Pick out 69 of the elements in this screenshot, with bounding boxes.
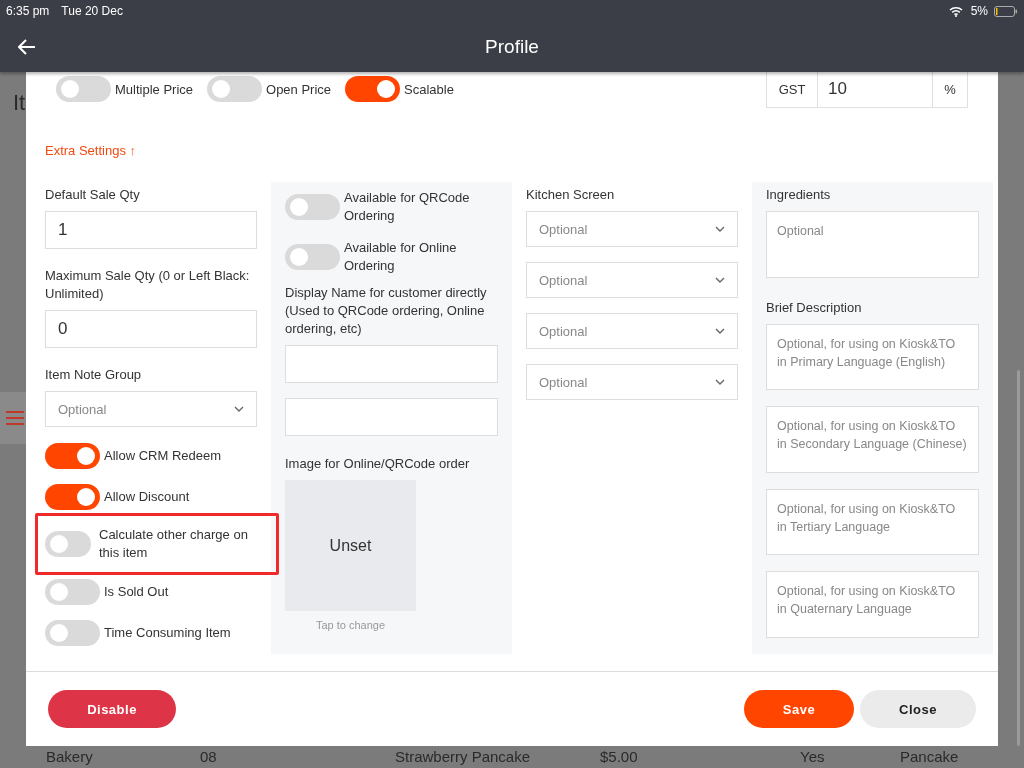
chevron-down-icon (234, 406, 244, 412)
field-label: Display Name for customer directly (Used to QRCode ordering, Online ordering, etc) (285, 284, 488, 338)
menu-icon[interactable] (6, 411, 24, 425)
text-area[interactable]: Optional, for using on Kiosk&TO in Tertiary Language (766, 488, 979, 556)
header-title: Profile (484, 36, 540, 58)
input-field[interactable]: 1 (45, 211, 257, 249)
toggle-label: Available for QRCode Ordering (344, 189, 471, 225)
gst-field[interactable]: GST 10 % (766, 70, 968, 108)
disable-button[interactable]: Disable (48, 690, 176, 728)
toggle-switch[interactable] (45, 442, 100, 469)
text-area[interactable]: Optional, for using on Kiosk&TO in Secondary Language (Chinese) (766, 406, 979, 473)
toggle-label: Available for Online Ordering (344, 239, 458, 275)
toggle-switch[interactable] (45, 619, 100, 646)
text-area[interactable]: Optional, for using on Kiosk&TO in Primary Language (English) (766, 323, 979, 391)
image-placeholder[interactable]: Unset (285, 480, 416, 611)
extra-settings-link[interactable]: Extra Settings ↑ (45, 143, 137, 158)
table-cell: Strawberry Pancake (395, 748, 531, 765)
toggle-label: Calculate other charge on this item (99, 526, 249, 562)
toggle-switch[interactable] (285, 194, 340, 220)
dropdown[interactable]: Optional (526, 211, 738, 247)
toggle-switch[interactable] (45, 578, 100, 605)
input-field[interactable] (285, 398, 498, 436)
field-label: Image for Online/QRCode order (285, 455, 471, 473)
toggle-label: Open Price (266, 81, 332, 97)
toggle-switch[interactable] (285, 244, 340, 270)
input-field[interactable] (285, 345, 498, 383)
field-label: Brief Description (766, 298, 863, 317)
status-time: 6:35 pm (6, 4, 50, 18)
toggle-switch[interactable] (45, 483, 100, 510)
dropdown[interactable]: Optional (45, 391, 257, 427)
chevron-down-icon (715, 277, 725, 283)
image-hint: Tap to change (314, 619, 387, 631)
dropdown[interactable]: Optional (526, 313, 738, 349)
table-cell: Bakery (46, 748, 93, 765)
field-label: Maximum Sale Qty (0 or Left Black: Unlimited) (45, 267, 251, 303)
status-date: Tue 20 Dec (61, 4, 123, 18)
back-arrow-icon[interactable] (18, 39, 36, 55)
chevron-down-icon (715, 328, 725, 334)
dropdown[interactable]: Optional (526, 364, 738, 400)
battery-icon (994, 5, 1018, 17)
field-label: Kitchen Screen (526, 186, 616, 204)
table-cell: Pancake (900, 748, 959, 765)
battery-percentage: 5% (970, 4, 988, 18)
dropdown[interactable]: Optional (526, 262, 738, 298)
text-area[interactable]: Optional, for using on Kiosk&TO in Quaternary Language (766, 571, 979, 638)
field-label: Default Sale Qty (45, 186, 141, 204)
toggle-switch[interactable] (207, 76, 263, 102)
toggle-label: Time Consuming Item (104, 623, 231, 642)
toggle-label: Multiple Price (115, 81, 194, 97)
field-label: Item Note Group (45, 366, 143, 384)
table-cell: Yes (800, 748, 825, 765)
wifi-icon (948, 5, 963, 17)
toggle-label: Is Sold Out (104, 582, 169, 601)
toggle-switch[interactable] (345, 76, 401, 102)
table-cell: 08 (200, 748, 217, 765)
text-area[interactable]: Optional (766, 211, 979, 278)
toggle-switch[interactable] (56, 76, 111, 102)
chevron-down-icon (715, 379, 725, 385)
toggle-switch[interactable] (45, 531, 91, 557)
toggle-label: Scalable (404, 81, 454, 97)
toggle-label: Allow Discount (104, 487, 190, 506)
save-button[interactable]: Save (744, 690, 854, 728)
close-button[interactable]: Close (860, 690, 976, 728)
page-heading: It (13, 90, 26, 116)
toggle-label: Allow CRM Redeem (104, 446, 222, 465)
chevron-down-icon (715, 226, 725, 232)
table-cell: $5.00 (600, 748, 638, 765)
field-label: Ingredients (766, 186, 832, 204)
input-field[interactable]: 0 (45, 310, 257, 348)
